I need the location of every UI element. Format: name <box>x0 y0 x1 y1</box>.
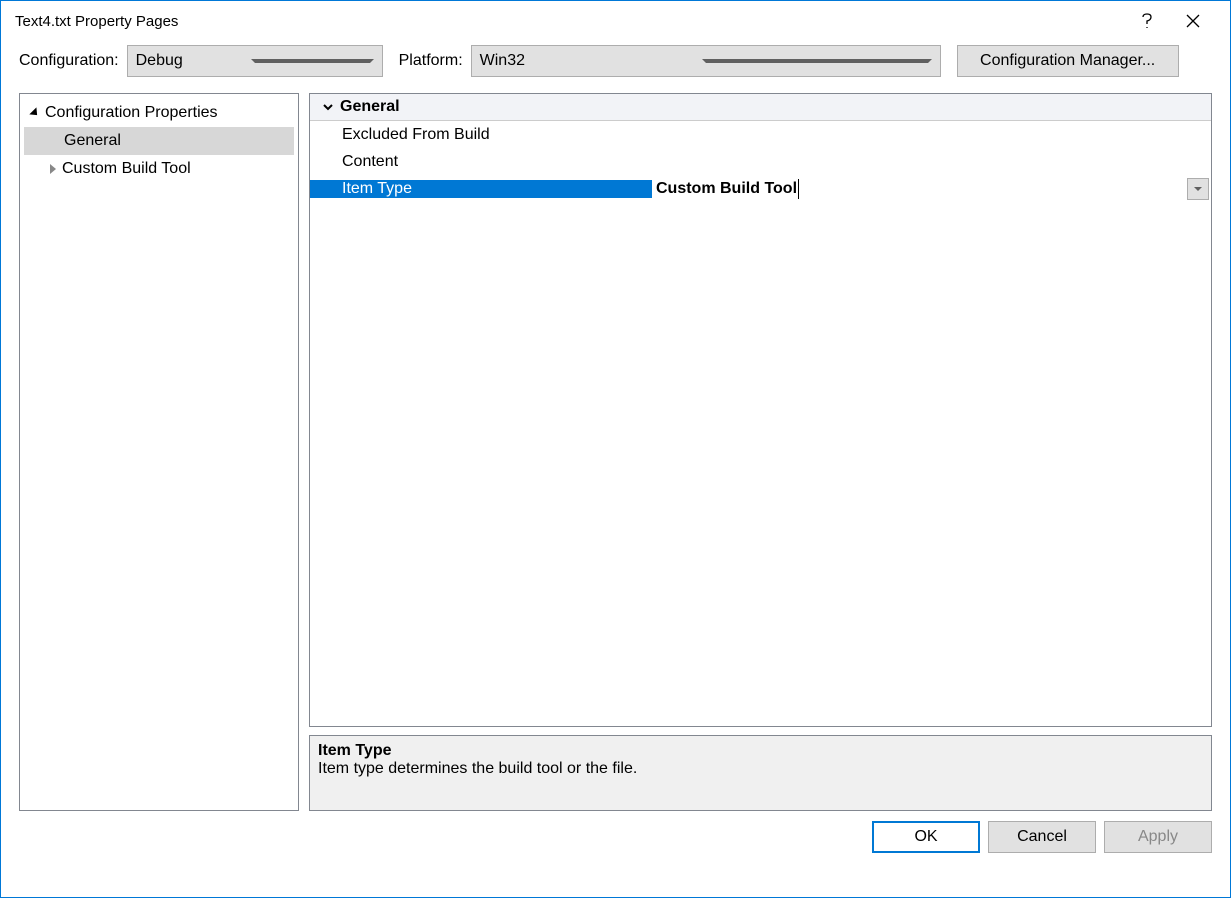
tree-item-general[interactable]: General <box>24 127 294 155</box>
cancel-button[interactable]: Cancel <box>988 821 1096 853</box>
help-button[interactable] <box>1124 5 1170 37</box>
configuration-select[interactable]: Debug <box>127 45 383 77</box>
grid-row-excluded-from-build[interactable]: Excluded From Build <box>310 121 1211 148</box>
description-body: Item type determines the build tool or t… <box>318 760 1203 778</box>
value-dropdown-button[interactable] <box>1187 178 1209 200</box>
platform-select[interactable]: Win32 <box>471 45 941 77</box>
description-title: Item Type <box>318 742 1203 760</box>
tree-pane: Configuration Properties General Custom … <box>19 93 299 811</box>
apply-button: Apply <box>1104 821 1212 853</box>
text-cursor <box>798 179 799 199</box>
grid-section-title: General <box>340 98 400 116</box>
platform-value: Win32 <box>480 52 702 70</box>
configuration-label: Configuration: <box>19 52 119 70</box>
tree-item-configuration-properties[interactable]: Configuration Properties <box>24 99 294 127</box>
grid-pane: General Excluded From Build Content Item… <box>309 93 1212 727</box>
content: Configuration Properties General Custom … <box>1 87 1230 821</box>
right-pane: General Excluded From Build Content Item… <box>309 93 1212 811</box>
chevron-down-icon <box>702 59 932 63</box>
description-pane: Item Type Item type determines the build… <box>309 735 1212 811</box>
grid-row-item-type[interactable]: Item Type Custom Build Tool <box>310 175 1211 202</box>
grid-key: Excluded From Build <box>310 126 652 144</box>
tree-child-label: General <box>64 132 121 150</box>
footer: OK Cancel Apply <box>1 821 1230 867</box>
tree-child-label: Custom Build Tool <box>62 160 191 178</box>
platform-label: Platform: <box>399 52 463 70</box>
chevron-down-icon <box>322 101 334 113</box>
grid-key: Content <box>310 153 652 171</box>
configuration-value: Debug <box>136 52 251 70</box>
arrow-right-icon <box>50 164 56 174</box>
grid-value[interactable]: Custom Build Tool <box>652 178 1211 200</box>
tree-item-custom-build-tool[interactable]: Custom Build Tool <box>24 155 294 183</box>
grid-key: Item Type <box>310 180 652 198</box>
titlebar-title: Text4.txt Property Pages <box>15 13 1124 30</box>
close-button[interactable] <box>1170 5 1216 37</box>
grid-row-content[interactable]: Content <box>310 148 1211 175</box>
titlebar: Text4.txt Property Pages <box>1 1 1230 41</box>
tree-root-label: Configuration Properties <box>45 104 218 122</box>
ok-button[interactable]: OK <box>872 821 980 853</box>
grid-section-header[interactable]: General <box>310 94 1211 121</box>
arrow-down-icon <box>29 107 40 118</box>
configuration-manager-button[interactable]: Configuration Manager... <box>957 45 1179 77</box>
config-row: Configuration: Debug Platform: Win32 Con… <box>1 41 1230 87</box>
chevron-down-icon <box>1194 187 1202 191</box>
chevron-down-icon <box>251 59 374 63</box>
